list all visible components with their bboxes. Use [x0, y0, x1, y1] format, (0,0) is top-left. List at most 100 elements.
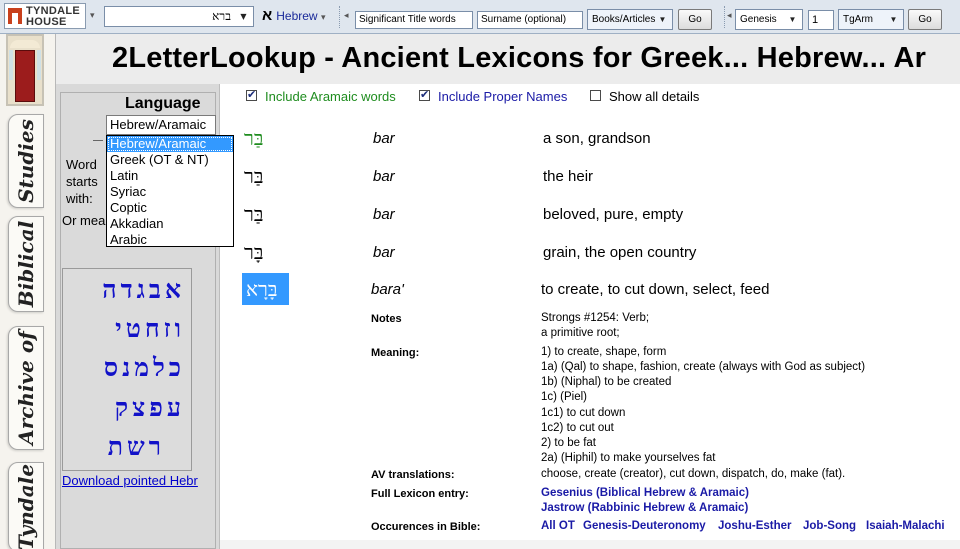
occurrence-link-joshua-esther[interactable]: Joshu-Esther [718, 520, 792, 532]
language-option[interactable]: Akkadian [107, 216, 233, 232]
alphabet-row[interactable]: וזחטי [115, 314, 185, 344]
version-select[interactable]: TgArm ▼ [838, 9, 904, 30]
av-translations-label: AV translations: [371, 469, 455, 481]
transliteration: bar [373, 244, 395, 261]
gesenius-link[interactable]: Gesenius (Biblical Hebrew & Aramaic) [541, 487, 749, 499]
meaning-line: 1c2) to cut out [541, 422, 614, 434]
chapter-input[interactable]: 1 [808, 10, 834, 30]
language-select[interactable]: Hebrew/Aramaic [106, 115, 216, 135]
word-starts-label: with: [66, 191, 93, 206]
transliteration: bara' [371, 281, 404, 298]
include-proper-names-checkbox[interactable] [419, 88, 430, 101]
transliteration: bar [373, 206, 395, 223]
jastrow-link[interactable]: Jastrow (Rabbinic Hebrew & Aramaic) [541, 502, 748, 514]
tab-archive-of-label: Archive of [14, 331, 38, 445]
page-title: 2LetterLookup - Ancient Lexicons for Gre… [112, 42, 927, 74]
gloss: to create, to cut down, select, feed [541, 281, 770, 298]
side-tabs: Studies Biblical Archive of Tyndale [0, 34, 56, 549]
tab-biblical-label: Biblical [14, 220, 38, 308]
toolbar-separator [724, 6, 726, 28]
include-aramaic-checkbox[interactable] [246, 88, 257, 101]
language-option[interactable]: Greek (OT & NT) [107, 152, 233, 168]
show-all-details-label[interactable]: Show all details [609, 89, 699, 104]
language-option[interactable]: Hebrew/Aramaic [107, 136, 233, 152]
occurrence-link-isaiah-malachi[interactable]: Isaiah-Malachi [866, 520, 945, 532]
alphabet-row[interactable]: עפצק [115, 393, 185, 423]
tab-tyndale-label: Tyndale [14, 463, 38, 549]
hebrew-word-link[interactable]: בַּר [244, 164, 263, 189]
tab-biblical[interactable]: Biblical [8, 216, 44, 312]
chevron-down-icon: ▼ [658, 15, 667, 24]
toolbar-handle-icon[interactable]: ◂ [344, 10, 349, 21]
gloss: grain, the open country [543, 244, 697, 261]
tyndale-house-logo[interactable]: TYNDALE HOUSE [4, 3, 86, 29]
hebrew-word-link-selected[interactable]: בָּרָא [246, 277, 277, 302]
alef-icon: א [262, 7, 273, 24]
search-word-value: ברא [212, 9, 231, 23]
page-footer-strip [220, 540, 960, 549]
toolbar-handle-icon[interactable]: ◂ [727, 10, 732, 21]
book-select-value: Genesis [740, 14, 777, 25]
go-verse-button[interactable]: Go [908, 9, 942, 30]
alphabet-row[interactable]: רשת [108, 432, 165, 462]
language-select-value: Hebrew/Aramaic [110, 117, 207, 132]
full-lexicon-label: Full Lexicon entry: [371, 488, 469, 500]
av-translations-value: choose, create (creator), cut down, disp… [541, 468, 846, 480]
book-select[interactable]: Genesis ▼ [735, 9, 803, 30]
language-dropdown-list[interactable]: Hebrew/Aramaic Greek (OT & NT) Latin Syr… [106, 135, 234, 247]
or-means-label: Or mea [62, 213, 106, 228]
tab-studies-label: Studies [14, 119, 38, 203]
meaning-line: 1c1) to cut down [541, 407, 626, 419]
meaning-line: 1b) (Niphal) to be created [541, 376, 672, 388]
chapter-value: 1 [812, 14, 819, 26]
logo-menu-chevron-icon[interactable]: ▾ [90, 10, 95, 21]
title-words-input[interactable]: Significant Title words [355, 11, 473, 29]
include-proper-names-label[interactable]: Include Proper Names [438, 89, 567, 104]
go-button[interactable]: Go [678, 9, 712, 30]
alphabet-row[interactable]: אבגדה [102, 275, 185, 305]
language-option[interactable]: Latin [107, 168, 233, 184]
occurrence-link-all-ot[interactable]: All OT [541, 520, 575, 532]
alphabet-row[interactable]: כלמנס [104, 353, 185, 383]
meaning-line: 1) to create, shape, form [541, 346, 667, 358]
occurrence-link-genesis-deuteronomy[interactable]: Genesis-Deuteronomy [583, 520, 706, 532]
title-words-placeholder: Significant Title words [359, 14, 456, 25]
chevron-down-icon: ▼ [788, 15, 797, 24]
search-word-select[interactable]: ברא ▼ [104, 6, 254, 27]
tab-tyndale[interactable]: Tyndale [8, 462, 44, 549]
logo-door-icon [8, 8, 22, 24]
surname-input[interactable]: Surname (optional) [477, 11, 583, 29]
gloss: the heir [543, 168, 594, 185]
toolbar-separator [339, 6, 341, 28]
show-all-details-checkbox[interactable] [590, 90, 601, 101]
include-aramaic-label[interactable]: Include Aramaic words [265, 89, 396, 104]
language-option[interactable]: Arabic [107, 232, 233, 248]
occurrence-link-job-song[interactable]: Job-Song [803, 520, 856, 532]
version-select-value: TgArm [843, 14, 873, 25]
gloss: a son, grandson [543, 130, 651, 147]
tab-archive-of[interactable]: Archive of [8, 326, 44, 450]
transliteration: bar [373, 130, 395, 147]
hebrew-alphabet-keyboard[interactable]: אבגדה וזחטי כלמנס עפצק רשת [62, 268, 192, 471]
transliteration: bar [373, 168, 395, 185]
books-articles-value: Books/Articles [592, 14, 656, 25]
notes-line: a primitive root; [541, 327, 620, 339]
occurrences-label: Occurences in Bible: [371, 521, 481, 533]
hebrew-keyboard-label: Hebrew [276, 9, 318, 23]
meaning-line: 1a) (Qal) to shape, fashion, create (alw… [541, 361, 866, 373]
hebrew-word-link[interactable]: בַּר [244, 202, 263, 227]
meaning-line: 2a) (Hiphil) to make yourselves fat [541, 452, 716, 464]
hebrew-word-link[interactable]: בַּר [244, 126, 263, 151]
hebrew-word-link[interactable]: בָּר [244, 240, 263, 265]
books-articles-select[interactable]: Books/Articles ▼ [587, 9, 673, 30]
language-option[interactable]: Syriac [107, 184, 233, 200]
download-pointed-hebrew-link[interactable]: Download pointed Hebr [62, 473, 198, 488]
chevron-down-icon: ▼ [889, 15, 898, 24]
language-option[interactable]: Coptic [107, 200, 233, 216]
hebrew-keyboard-button[interactable]: א Hebrew ▾ [262, 7, 325, 24]
meaning-label: Meaning: [371, 347, 420, 359]
tab-studies[interactable]: Studies [8, 114, 44, 208]
notes-label: Notes [371, 313, 402, 325]
notes-line: Strongs #1254: Verb; [541, 312, 650, 324]
word-starts-label: Word [66, 157, 97, 172]
